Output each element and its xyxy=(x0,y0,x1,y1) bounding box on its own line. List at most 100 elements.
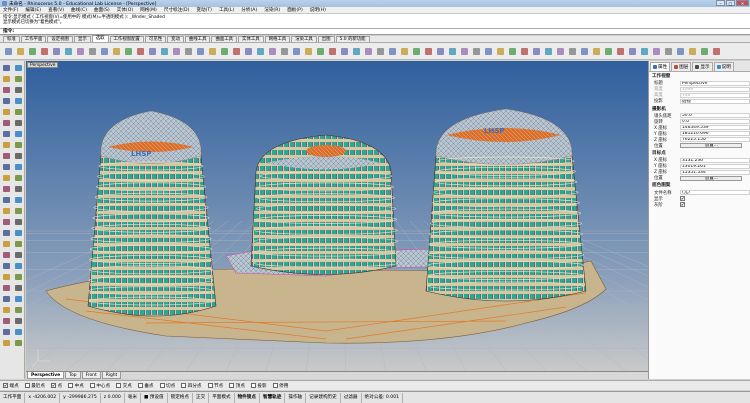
toolbar-button-icon[interactable] xyxy=(531,46,542,57)
osnap-checkbox[interactable]: ✔ xyxy=(51,383,56,388)
tool-icon[interactable] xyxy=(1,63,12,73)
property-value[interactable]: 740 xyxy=(680,92,750,98)
osnap-option[interactable]: 切点 xyxy=(159,383,175,389)
property-value[interactable]: (无) xyxy=(680,190,750,195)
osnap-checkbox[interactable] xyxy=(137,383,143,388)
tool-icon[interactable] xyxy=(1,272,12,282)
tool-icon[interactable] xyxy=(1,85,12,95)
toolbar-button-icon[interactable] xyxy=(639,46,650,57)
status-toggle[interactable]: 智慧轨迹 xyxy=(260,392,286,403)
toolbar-button-icon[interactable] xyxy=(687,46,698,57)
toolbar-button-icon[interactable] xyxy=(255,46,266,57)
status-toggle[interactable]: 记录建构历史 xyxy=(306,392,341,403)
tool-icon[interactable] xyxy=(1,261,12,271)
property-checkbox[interactable]: ✔ xyxy=(680,196,685,201)
status-toggle[interactable]: 过滤器 xyxy=(341,392,362,403)
toolbar-button-icon[interactable] xyxy=(423,46,434,57)
menu-item[interactable]: 曲线(C) xyxy=(71,7,87,13)
toolbar-button-icon[interactable] xyxy=(519,46,530,57)
tool-icon[interactable] xyxy=(13,107,24,117)
toolbar-button-icon[interactable] xyxy=(267,46,278,57)
osnap-checkbox[interactable] xyxy=(250,383,256,388)
toolbar-button-icon[interactable] xyxy=(615,46,626,57)
toolbar-button-icon[interactable] xyxy=(207,46,218,57)
viewport-tab[interactable]: Front xyxy=(81,372,101,379)
osnap-checkbox[interactable] xyxy=(89,383,95,388)
tool-icon[interactable] xyxy=(13,85,24,95)
status-toggle[interactable]: 正交 xyxy=(193,392,210,403)
tool-icon[interactable] xyxy=(1,305,12,315)
tool-icon[interactable] xyxy=(1,151,12,161)
osnap-checkbox[interactable] xyxy=(272,383,278,388)
toolbar-tab[interactable]: 选取 xyxy=(91,35,109,42)
osnap-option[interactable]: 交点 xyxy=(116,383,132,389)
panel-tab[interactable]: 显示 xyxy=(692,62,713,71)
toolbar-tab[interactable]: 显示 xyxy=(73,36,91,42)
menu-item[interactable]: 渲染(R) xyxy=(264,7,280,13)
property-value[interactable]: 146549.539 xyxy=(680,125,750,131)
toolbar-button-icon[interactable] xyxy=(399,46,410,57)
tool-icon[interactable] xyxy=(13,63,24,73)
toolbar-tab[interactable]: 可见性 xyxy=(144,36,167,42)
menu-item[interactable]: 说明(H) xyxy=(310,7,326,13)
status-toggle[interactable]: 平面模式 xyxy=(209,392,235,403)
menu-item[interactable]: 编辑(E) xyxy=(25,7,41,13)
toolbar-tab[interactable]: 标准 xyxy=(3,36,20,42)
toolbar-tab[interactable]: 实体工具 xyxy=(238,36,264,42)
toolbar-button-icon[interactable] xyxy=(351,46,362,57)
tool-icon[interactable] xyxy=(1,162,12,172)
toolbar-button-icon[interactable] xyxy=(603,46,614,57)
tool-icon[interactable] xyxy=(13,327,24,337)
menu-item[interactable]: 尺寸标注(D) xyxy=(164,7,190,13)
toolbar-button-icon[interactable] xyxy=(327,46,338,57)
tool-icon[interactable] xyxy=(13,173,24,183)
tool-icon[interactable] xyxy=(13,74,24,84)
osnap-option[interactable]: ✔ 端点 xyxy=(3,383,19,389)
status-toggle[interactable]: 操作轴 xyxy=(285,392,307,403)
toolbar-button-icon[interactable] xyxy=(3,46,14,57)
toolbar-tab[interactable]: 设定视图 xyxy=(47,36,73,42)
toolbar-tab[interactable]: 渲染工具 xyxy=(291,36,317,42)
viewport-tab[interactable]: Right xyxy=(101,372,122,379)
tool-icon[interactable] xyxy=(1,327,12,337)
osnap-option[interactable]: 顶点 xyxy=(229,383,245,389)
toolbar-button-icon[interactable] xyxy=(27,46,38,57)
panel-tab[interactable]: 说明 xyxy=(713,62,734,71)
toolbar-button-icon[interactable] xyxy=(579,46,590,57)
tool-icon[interactable] xyxy=(13,272,24,282)
toolbar-tab[interactable]: 工作平面 xyxy=(20,36,47,42)
property-value[interactable]: 透视 xyxy=(680,98,750,104)
tool-icon[interactable] xyxy=(1,294,12,304)
toolbar-button-icon[interactable] xyxy=(195,46,206,57)
toolbar-button-icon[interactable] xyxy=(123,46,134,57)
toolbar-button-icon[interactable] xyxy=(303,46,314,57)
toolbar-button-icon[interactable] xyxy=(627,46,638,57)
toolbar-button-icon[interactable] xyxy=(495,46,506,57)
osnap-option[interactable]: 最近点 xyxy=(24,383,45,389)
tool-icon[interactable] xyxy=(13,151,24,161)
toolbar-button-icon[interactable] xyxy=(675,46,686,57)
property-value[interactable]: 50.0 xyxy=(680,113,750,119)
toolbar-button-icon[interactable] xyxy=(339,46,350,57)
osnap-option[interactable]: 投影 xyxy=(250,383,267,389)
osnap-checkbox[interactable]: ✔ xyxy=(3,383,8,388)
menu-item[interactable]: 文件(F) xyxy=(3,7,18,13)
toolbar-button-icon[interactable] xyxy=(567,46,578,57)
toolbar-button-icon[interactable] xyxy=(411,46,422,57)
toolbar-button-icon[interactable] xyxy=(471,46,482,57)
osnap-checkbox[interactable] xyxy=(181,383,187,388)
tool-icon[interactable] xyxy=(13,140,24,150)
status-toggle[interactable]: 物件锁点 xyxy=(235,392,260,403)
toolbar-tab[interactable]: 网格工具 xyxy=(264,36,291,42)
toolbar-button-icon[interactable] xyxy=(87,46,98,57)
osnap-option[interactable]: 垂点 xyxy=(137,383,154,389)
property-button[interactable]: 放置... xyxy=(680,143,742,149)
tool-icon[interactable] xyxy=(13,338,24,348)
osnap-option[interactable]: 中点 xyxy=(68,383,84,389)
tool-icon[interactable] xyxy=(1,217,12,227)
osnap-option[interactable]: 节点 xyxy=(207,383,223,389)
toolbar-button-icon[interactable] xyxy=(39,46,50,57)
tool-icon[interactable] xyxy=(1,228,12,238)
tool-icon[interactable] xyxy=(13,206,24,216)
osnap-option[interactable]: 四分点 xyxy=(181,383,202,389)
